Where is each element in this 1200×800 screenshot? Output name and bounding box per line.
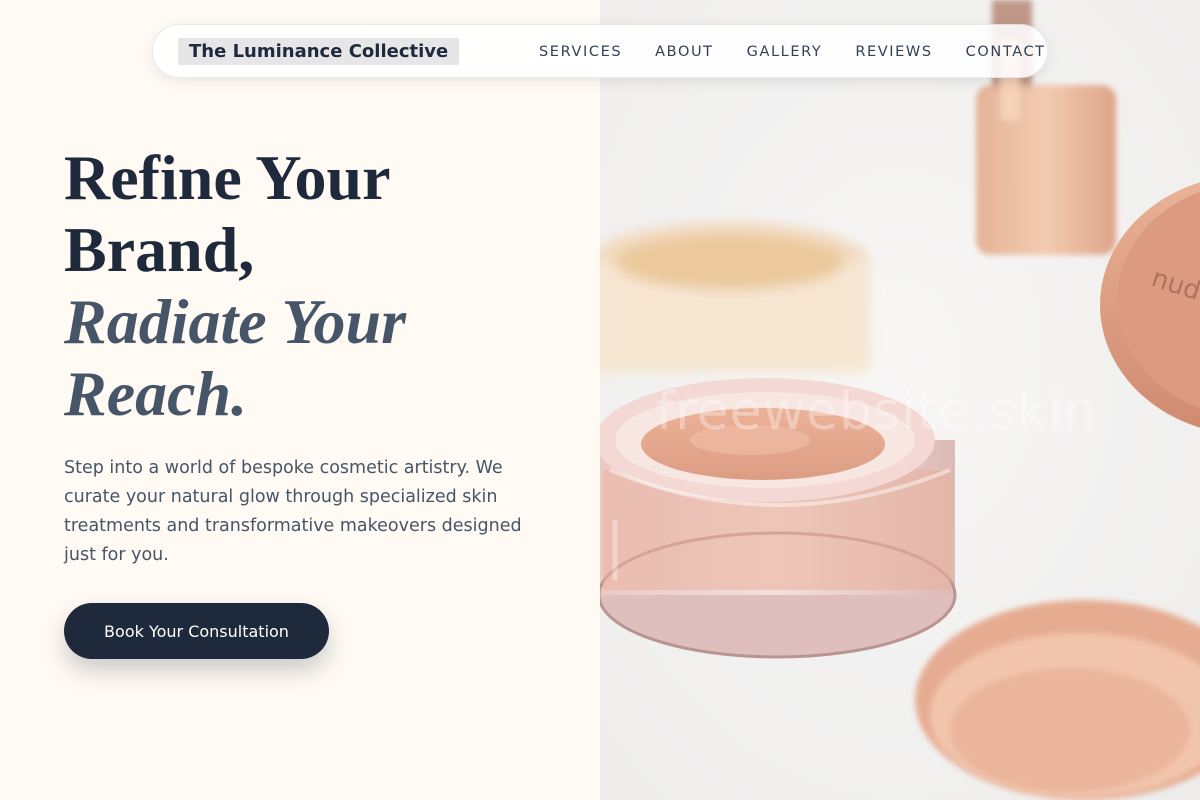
book-consultation-button[interactable]: Book Your Consultation	[64, 603, 329, 659]
nav-link-reviews[interactable]: REVIEWS	[855, 44, 932, 60]
nav-link-contact[interactable]: CONTACT	[966, 44, 1046, 60]
nav-link-gallery[interactable]: GALLERY	[747, 44, 823, 60]
nav-links: SERVICES ABOUT GALLERY REVIEWS CONTACT	[539, 25, 1046, 79]
hero-headline: Refine Your Brand, Radiate Your Reach.	[64, 142, 584, 430]
headline-line-1: Refine Your	[64, 142, 391, 213]
top-navigation: The Luminance Collective SERVICES ABOUT …	[152, 24, 1048, 78]
headline-line-4: Reach.	[64, 358, 248, 429]
photo-watermark: freewebsite.skin	[656, 382, 1098, 442]
headline-line-2: Brand,	[64, 214, 255, 285]
nav-link-about[interactable]: ABOUT	[655, 44, 714, 60]
brand-logo[interactable]: The Luminance Collective	[178, 38, 460, 65]
hero-intro-text: Step into a world of bespoke cosmetic ar…	[64, 458, 522, 565]
nav-link-services[interactable]: SERVICES	[539, 44, 622, 60]
headline-line-3: Radiate Your	[64, 286, 406, 357]
hero-photo: nud freewebsite.skin	[600, 0, 1200, 800]
